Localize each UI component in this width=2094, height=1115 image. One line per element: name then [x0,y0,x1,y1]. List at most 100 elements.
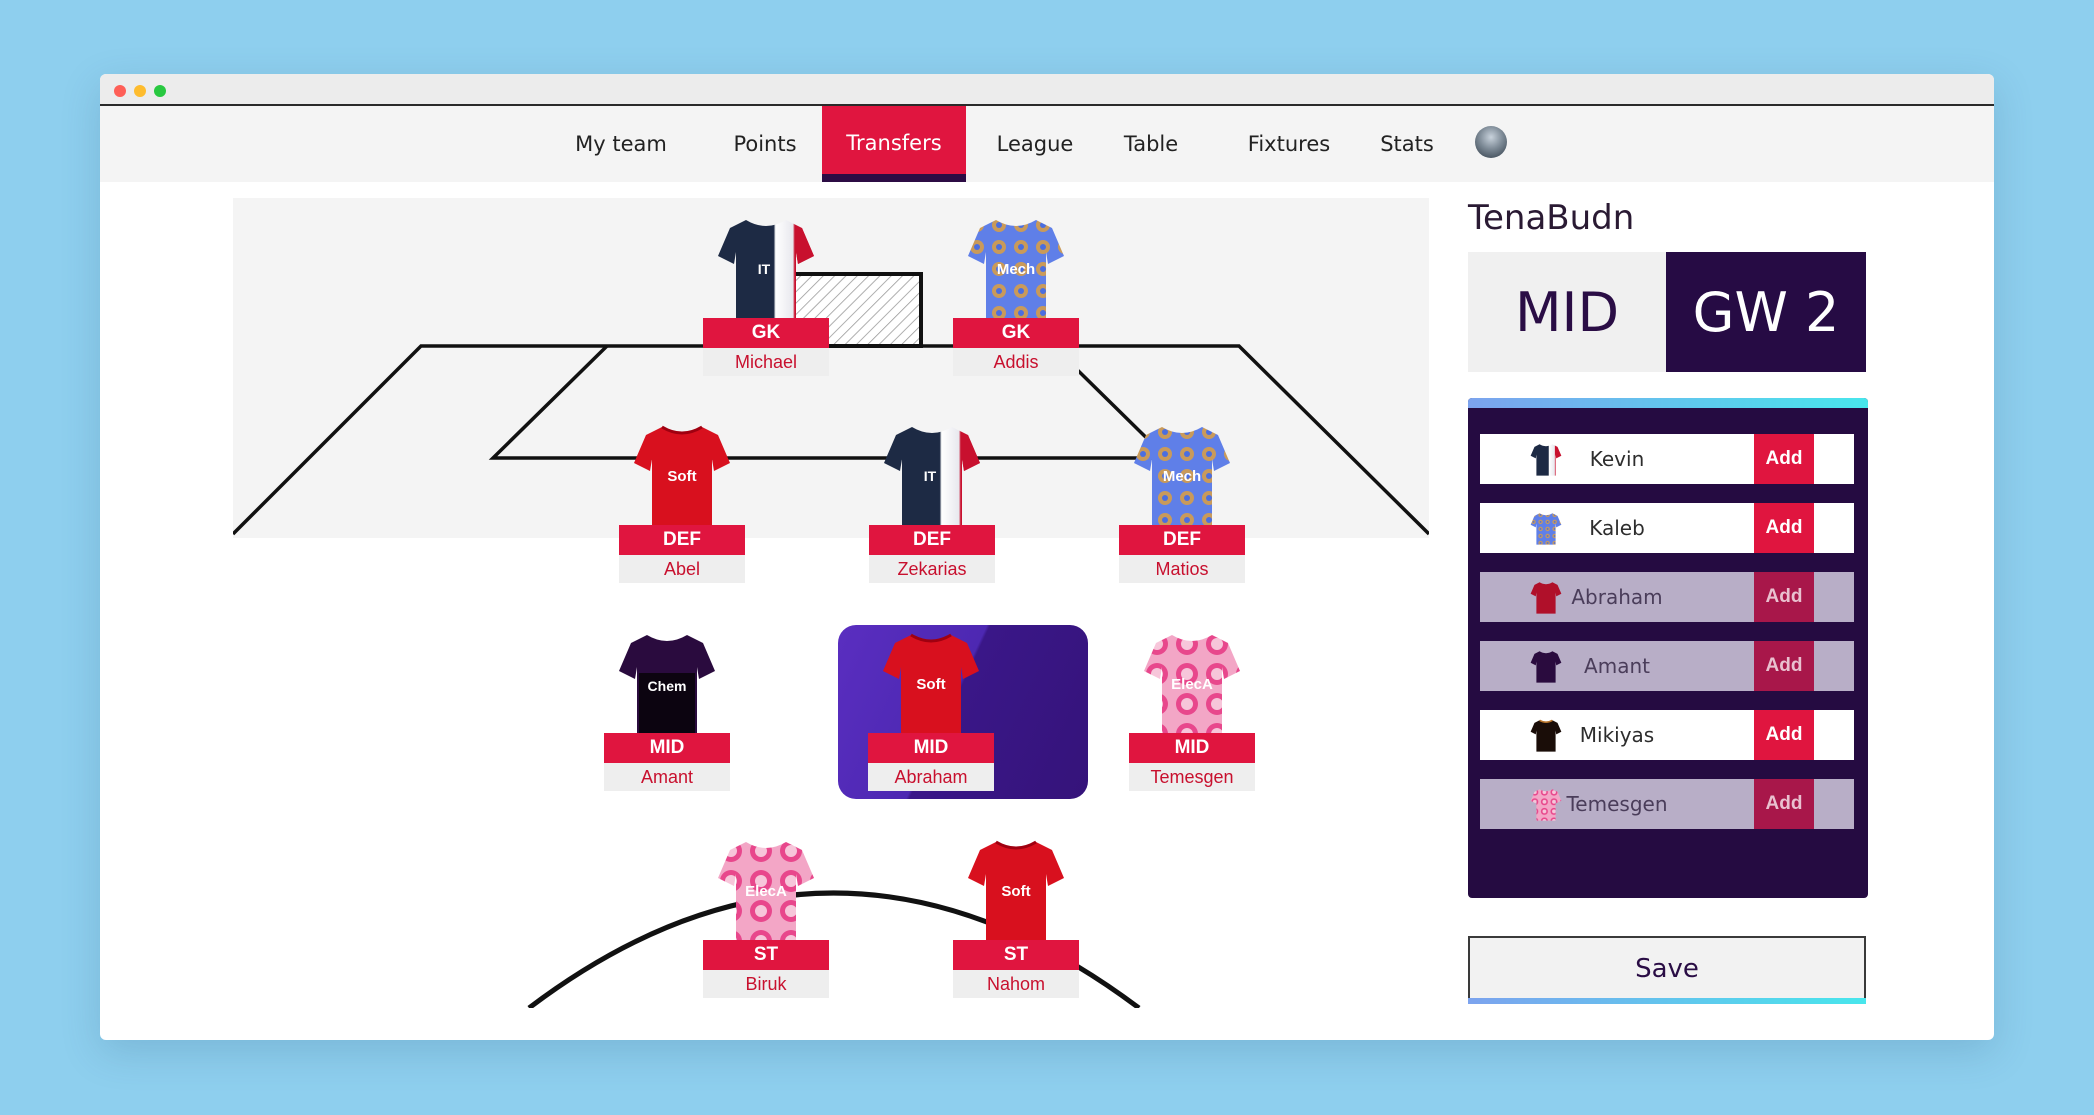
player-slot-matios[interactable]: Mech DEF Matios [1119,421,1245,583]
svg-text:Mech: Mech [997,261,1035,278]
candidate-card: Amant [1480,641,1754,691]
player-name: Amant [604,763,730,791]
list-item: Kaleb Add [1480,503,1854,553]
player-name: Nahom [953,970,1079,998]
player-slot-temesgen[interactable]: ElecA MID Temesgen [1129,629,1255,791]
browser-window: My team Points Transfers League Table Fi… [100,74,1994,1040]
add-player-button-disabled: Add [1754,779,1814,829]
player-slot-nahom[interactable]: Soft ST Nahom [953,836,1079,998]
soft-kit-icon: Soft [634,425,730,525]
candidate-card[interactable]: Mikiyas [1480,710,1754,760]
nav-league[interactable]: League [980,106,1090,182]
add-player-button[interactable]: Add [1754,710,1814,760]
player-name: Abraham [868,763,994,791]
selected-position: MID [1468,252,1666,372]
svg-text:IT: IT [758,261,771,277]
eleca-kit-icon: ElecA [718,842,814,940]
add-player-button-disabled: Add [1754,641,1814,691]
nav-points[interactable]: Points [718,106,812,182]
player-slot-abel[interactable]: Soft DEF Abel [619,421,745,583]
save-button[interactable]: Save [1468,936,1866,1000]
nav-my-team[interactable]: My team [557,106,685,182]
nav-stats[interactable]: Stats [1364,106,1450,182]
close-window-icon[interactable] [114,85,126,97]
player-position: ST [953,940,1079,970]
row-end [1814,710,1854,760]
svg-text:ElecA: ElecA [745,883,787,900]
list-item: Amant Add [1480,641,1854,691]
player-slot-biruk[interactable]: ElecA ST Biruk [703,836,829,998]
player-slot-amant[interactable]: Chem MID Amant [604,629,730,791]
player-slot-zekarias[interactable]: IT DEF Zekarias [869,421,995,583]
candidate-name: Temesgen [1566,792,1668,816]
player-position: MID [1129,733,1255,763]
list-item: Abraham Add [1480,572,1854,622]
list-item: Mikiyas Add [1480,710,1854,760]
row-end [1814,572,1854,622]
row-end [1814,641,1854,691]
candidate-card: Temesgen [1480,779,1754,829]
eleca-kit-icon: ElecA [1144,635,1240,733]
player-name: Temesgen [1129,763,1255,791]
transfer-sidebar: TenaBudn MID GW 2 Kevin Add Kaleb Add Ab… [1468,198,1868,898]
svg-text:ElecA: ElecA [1171,676,1213,693]
player-position: MID [868,733,994,763]
add-player-button[interactable]: Add [1754,434,1814,484]
soft-kit-icon: Soft [968,840,1064,940]
mech-kit-icon: Mech [1134,427,1230,525]
player-position: MID [604,733,730,763]
player-slot-addis[interactable]: Mech GK Addis [953,214,1079,376]
candidate-name: Amant [1584,654,1650,678]
row-end [1814,434,1854,484]
maximize-window-icon[interactable] [154,85,166,97]
candidate-name: Mikiyas [1579,723,1655,747]
player-position: DEF [869,525,995,555]
player-name: Abel [619,555,745,583]
candidate-name: Kevin [1589,447,1645,471]
it-kit-icon: IT [718,220,814,318]
player-name: Matios [1119,555,1245,583]
candidate-card: Abraham [1480,572,1754,622]
list-item: Kevin Add [1480,434,1854,484]
row-end [1814,779,1854,829]
nav-fixtures[interactable]: Fixtures [1226,106,1352,182]
minimize-window-icon[interactable] [134,85,146,97]
pitch: IT GK Michael Mech GK Addis Soft DEF Abe… [233,198,1429,1008]
svg-text:Soft: Soft [667,468,696,485]
top-navigation: My team Points Transfers League Table Fi… [100,106,1994,182]
player-position: DEF [619,525,745,555]
player-position: DEF [1119,525,1245,555]
svg-text:Chem: Chem [648,678,687,694]
player-slot-michael[interactable]: IT GK Michael [703,214,829,376]
player-name: Zekarias [869,555,995,583]
gameweek-label: GW 2 [1666,252,1866,372]
mech-kit-icon: Mech [968,220,1064,318]
nav-table[interactable]: Table [1104,106,1198,182]
candidate-card[interactable]: Kaleb [1480,503,1754,553]
add-player-button[interactable]: Add [1754,503,1814,553]
svg-text:Mech: Mech [1163,468,1201,485]
panel-accent-bar [1468,398,1868,408]
svg-text:Soft: Soft [916,676,945,693]
user-avatar[interactable] [1475,126,1507,158]
candidate-card[interactable]: Kevin [1480,434,1754,484]
player-name: Addis [953,348,1079,376]
svg-text:Soft: Soft [1001,883,1030,900]
team-name: TenaBudn [1468,198,1635,238]
svg-text:IT: IT [924,468,937,484]
chem-kit-icon: Chem [619,635,715,733]
add-player-button-disabled: Add [1754,572,1814,622]
nav-transfers[interactable]: Transfers [822,106,966,182]
soft-kit-icon: Soft [883,633,979,733]
player-position: GK [703,318,829,348]
candidate-name: Abraham [1571,585,1663,609]
player-slot-abraham[interactable]: Soft MID Abraham [868,629,994,791]
list-item: Temesgen Add [1480,779,1854,829]
window-titlebar [100,74,1994,106]
selection-info: MID GW 2 [1468,252,1868,372]
candidate-list: Kevin Add Kaleb Add Abraham Add Amant Ad… [1468,398,1868,898]
it-kit-icon: IT [884,427,980,525]
player-position: GK [953,318,1079,348]
player-position: ST [703,940,829,970]
player-name: Biruk [703,970,829,998]
